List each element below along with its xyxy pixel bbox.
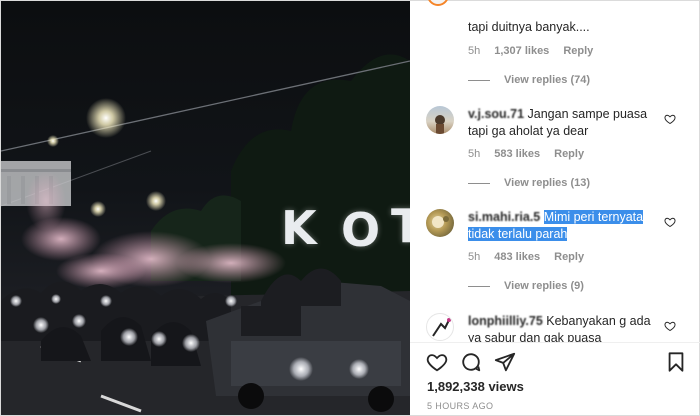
comment-meta: 5h 483 likes Reply bbox=[468, 251, 584, 263]
heart-icon[interactable] bbox=[664, 113, 676, 125]
view-replies-button[interactable]: View replies (74) bbox=[468, 74, 590, 86]
comment-text: si.mahi.ria.5 Mimi peri ternyata tidak t… bbox=[468, 209, 653, 243]
comment-meta: 5h 1,307 likes Reply bbox=[468, 45, 593, 57]
avatar-photo bbox=[432, 318, 451, 337]
comment-username[interactable]: lonphiilliy.75 bbox=[468, 314, 543, 328]
post-timestamp[interactable]: 5 HOURS AGO bbox=[427, 401, 493, 411]
post-actions: 1,892,338 views 5 HOURS AGO bbox=[410, 342, 700, 416]
paper-plane-icon[interactable] bbox=[494, 351, 516, 373]
view-replies-label: View replies (13) bbox=[504, 177, 591, 189]
avatar[interactable] bbox=[427, 0, 449, 6]
comment-text: tapi duitnya banyak.... bbox=[468, 20, 590, 34]
view-count[interactable]: 1,892,338 views bbox=[427, 379, 524, 394]
comment-time: 5h bbox=[468, 148, 481, 160]
bookmark-icon[interactable] bbox=[665, 351, 687, 373]
divider bbox=[468, 182, 490, 184]
avatar[interactable] bbox=[426, 106, 454, 134]
comments-list[interactable]: tapi duitnya banyak.... 5h 1,307 likes R… bbox=[410, 0, 700, 342]
comment-meta: 5h 583 likes Reply bbox=[468, 148, 584, 160]
comment-likes[interactable]: 1,307 likes bbox=[494, 45, 549, 57]
view-replies-label: View replies (9) bbox=[504, 280, 584, 292]
comments-panel: tapi duitnya banyak.... 5h 1,307 likes R… bbox=[410, 0, 700, 416]
comment-time: 5h bbox=[468, 251, 481, 263]
comment-likes[interactable]: 583 likes bbox=[494, 148, 540, 160]
view-replies-button[interactable]: View replies (9) bbox=[468, 280, 584, 292]
heart-icon[interactable] bbox=[664, 216, 676, 228]
divider bbox=[468, 285, 490, 287]
heart-icon[interactable] bbox=[664, 320, 676, 332]
comment-time: 5h bbox=[468, 45, 481, 57]
comment-username[interactable]: si.mahi.ria.5 bbox=[468, 210, 540, 224]
avatar[interactable] bbox=[426, 313, 454, 341]
reply-button[interactable]: Reply bbox=[554, 148, 584, 160]
comment-username[interactable]: v.j.sou.71 bbox=[468, 107, 524, 121]
divider bbox=[468, 79, 490, 81]
reply-button[interactable]: Reply bbox=[554, 251, 584, 263]
avatar[interactable] bbox=[426, 209, 454, 237]
avatar-photo bbox=[432, 216, 449, 228]
kota-sign-letter: K bbox=[281, 201, 317, 255]
reply-button[interactable]: Reply bbox=[563, 45, 593, 57]
kota-sign-letter: T bbox=[391, 199, 410, 253]
comment-text: lonphiilliy.75 Kebanyakan g ada ya sabur… bbox=[468, 314, 651, 342]
comment-bubble-icon[interactable] bbox=[460, 351, 482, 373]
comment-likes[interactable]: 483 likes bbox=[494, 251, 540, 263]
post-video[interactable]: K O T bbox=[1, 1, 410, 415]
view-replies-label: View replies (74) bbox=[504, 74, 591, 86]
comment-text: v.j.sou.71 Jangan sampe puasa tapi ga ah… bbox=[468, 107, 648, 138]
view-replies-button[interactable]: View replies (13) bbox=[468, 177, 590, 189]
avatar-photo bbox=[435, 115, 445, 134]
heart-icon[interactable] bbox=[426, 351, 448, 373]
kota-sign-letter: O bbox=[341, 203, 381, 257]
